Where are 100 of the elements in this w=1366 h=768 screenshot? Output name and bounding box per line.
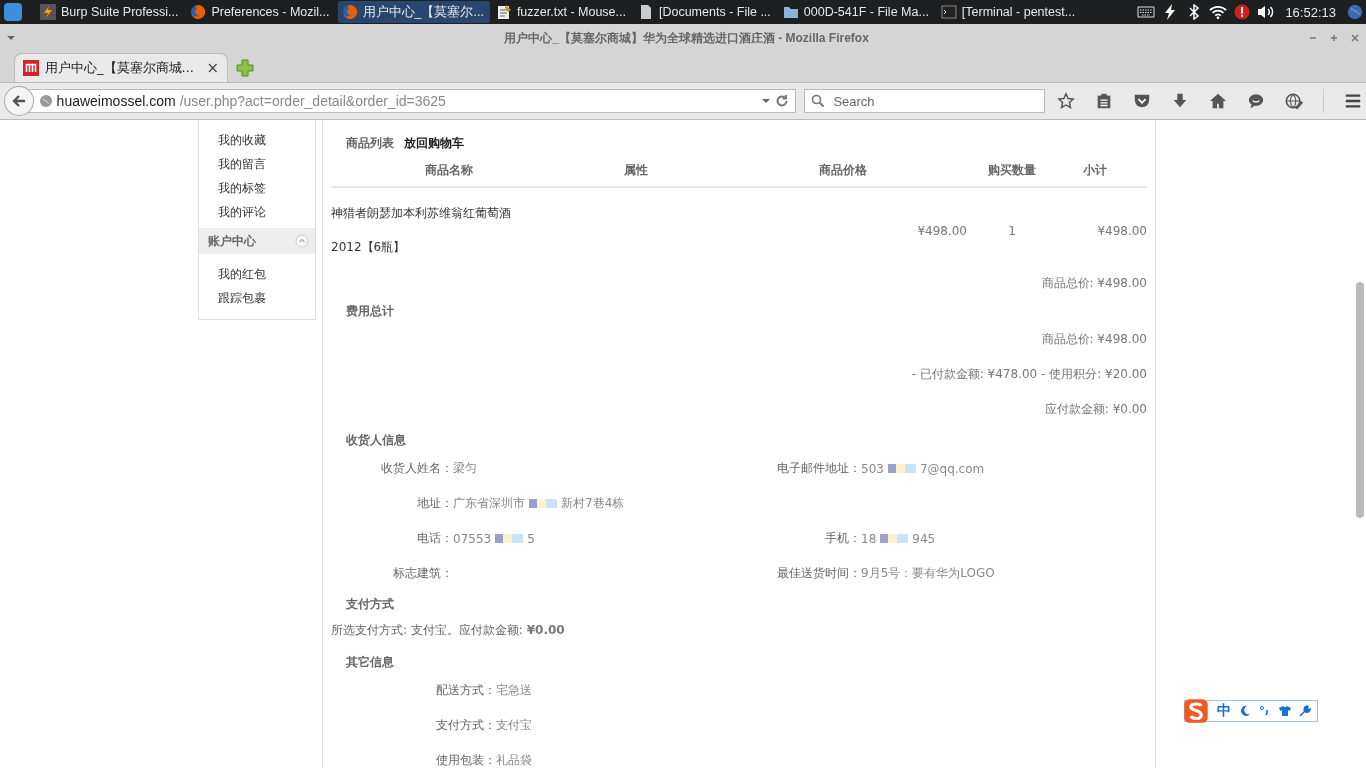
- clock: 16:52:13: [1285, 4, 1336, 20]
- taskbar-button[interactable]: Burp Suite Professi...: [36, 1, 185, 23]
- field-label: 收货人姓名：: [380, 460, 453, 477]
- field-value: 9月5号：要有华为LOGO: [861, 565, 995, 582]
- field-value: 07553: [453, 531, 492, 546]
- field-value: 梁匀: [453, 460, 477, 477]
- url-field[interactable]: huaweimossel.com /user.php?act=order_detail&order_id=3625: [27, 89, 797, 113]
- menu-icon[interactable]: [1344, 92, 1362, 110]
- field-label: 手机：: [824, 530, 861, 547]
- browser-icon: [341, 4, 358, 20]
- section-heading: 其它信息: [346, 654, 394, 671]
- column-header: 购买数量: [988, 161, 1036, 179]
- taskbar-button[interactable]: fuzzer.txt - Mouse...: [491, 1, 632, 23]
- fee-line: - 已付款金额: ¥478.00 - 使用积分: ¥20.00: [911, 367, 1147, 381]
- window-menu-icon[interactable]: [6, 35, 16, 41]
- table-cell: ¥498.00: [1097, 224, 1147, 238]
- alert-icon[interactable]: [1233, 4, 1252, 20]
- fee-line: 商品总价: ¥498.00: [1041, 332, 1147, 346]
- maximize-icon[interactable]: [1329, 33, 1339, 43]
- clipboard-icon[interactable]: [1095, 92, 1113, 110]
- column-header: 商品名称: [425, 161, 473, 179]
- bookmark-star-icon[interactable]: [1057, 92, 1075, 110]
- taskbar-button[interactable]: [Terminal - pentest...: [936, 1, 1082, 23]
- field-label: 配送方式：: [435, 682, 496, 699]
- column-header: 小计: [1083, 161, 1107, 179]
- payment-summary: 所选支付方式: 支付宝。应付款金额: ¥0.00: [331, 623, 565, 637]
- text-editor-icon: [495, 4, 512, 20]
- fee-line: 应付款金额: ¥0.00: [1044, 402, 1147, 416]
- globe-icon: [38, 94, 53, 108]
- field-value: 礼品袋: [496, 753, 532, 767]
- sidebar-link[interactable]: 我的标签: [199, 176, 266, 200]
- punctuation-icon[interactable]: [1259, 705, 1271, 717]
- sidebar-link[interactable]: 我的收藏: [199, 128, 266, 152]
- field-value: 宅急送: [496, 683, 532, 697]
- section-heading: 收货人信息: [346, 432, 406, 449]
- search-field[interactable]: Search: [804, 89, 1045, 113]
- back-button[interactable]: [4, 86, 34, 116]
- field-label: 最佳送货时间：: [776, 565, 861, 582]
- moon-icon[interactable]: [1239, 705, 1251, 717]
- product-name: 神猎者朗瑟加本利苏维翁红葡萄酒 2012【6瓶】: [331, 206, 511, 254]
- wifi-icon[interactable]: [1209, 4, 1228, 20]
- taskbar-button[interactable]: 000D-541F - File Ma...: [778, 1, 935, 23]
- tab-close-button[interactable]: ×: [206, 59, 219, 77]
- redaction-mark: [529, 499, 557, 508]
- field-value: 5: [527, 531, 535, 546]
- browser-icon: [190, 4, 207, 20]
- app-menu-icon[interactable]: [4, 3, 22, 21]
- back-to-cart-link[interactable]: 放回购物车: [404, 132, 464, 154]
- field-value: 支付宝: [496, 718, 532, 732]
- section-heading: 费用总计: [346, 303, 394, 320]
- favicon-icon: [23, 60, 39, 76]
- field-label: 电子邮件地址：: [776, 460, 861, 477]
- search-icon: [811, 94, 826, 108]
- taskbar-button[interactable]: [Documents - File ...: [633, 1, 777, 23]
- globe-icon[interactable]: [1346, 4, 1364, 20]
- shirt-icon[interactable]: [1279, 705, 1291, 717]
- browser-tab[interactable]: 用户中心_【莫塞尔商城... ×: [14, 53, 228, 82]
- sidebar-link[interactable]: 我的评论: [199, 200, 266, 224]
- lightning-app-icon: [40, 4, 56, 20]
- input-mode-toggle[interactable]: 中: [1217, 702, 1231, 720]
- taskbar-button[interactable]: 用户中心_【莫塞尔...: [337, 1, 490, 23]
- column-header: 属性: [624, 161, 648, 179]
- field-label: 地址：: [416, 495, 453, 512]
- dropdown-caret-icon[interactable]: [761, 98, 772, 104]
- table-cell: ¥498.00: [917, 224, 967, 238]
- field-value: 18: [861, 531, 877, 546]
- volume-icon[interactable]: [1257, 4, 1276, 20]
- field-label: 电话：: [416, 530, 453, 547]
- sidebar-link[interactable]: 我的留言: [199, 152, 266, 176]
- ime-toolbar[interactable]: 中: [1184, 700, 1318, 722]
- sidebar-link[interactable]: 跟踪包裹: [199, 286, 266, 310]
- taskbar-button[interactable]: Preferences - Mozil...: [186, 1, 336, 23]
- redaction-mark: [887, 464, 916, 473]
- wrench-icon[interactable]: [1299, 705, 1311, 717]
- download-icon[interactable]: [1171, 92, 1189, 110]
- home-icon[interactable]: [1209, 92, 1227, 110]
- field-value: 新村7巷4栋: [561, 495, 625, 512]
- section-heading: 商品列表: [346, 135, 394, 152]
- keyboard-icon[interactable]: [1137, 4, 1156, 20]
- field-label: 使用包装：: [435, 752, 496, 768]
- search-input[interactable]: Search: [831, 92, 1026, 110]
- sidebar-section-header[interactable]: 账户中心: [199, 228, 315, 254]
- pocket-icon[interactable]: [1133, 92, 1151, 110]
- close-icon[interactable]: [1350, 33, 1360, 43]
- field-label: 标志建筑：: [392, 565, 453, 582]
- field-value: 503: [861, 461, 884, 476]
- section-heading: 支付方式: [346, 596, 394, 613]
- ime-logo-icon[interactable]: [1183, 698, 1209, 724]
- scrollbar-thumb[interactable]: [1356, 282, 1364, 518]
- redaction-mark: [880, 534, 909, 543]
- field-value: 945: [912, 531, 936, 546]
- globe-pencil-icon[interactable]: [1285, 92, 1303, 110]
- reload-icon[interactable]: [775, 94, 790, 108]
- goods-total: 商品总价: ¥498.00: [1041, 276, 1147, 290]
- chat-icon[interactable]: [1247, 92, 1265, 110]
- field-value: 7@qq.com: [919, 461, 985, 476]
- field-value: 广东省深圳市: [453, 495, 525, 512]
- sidebar-link[interactable]: 我的红包: [199, 262, 266, 286]
- back-arrow-icon: [10, 93, 27, 109]
- redaction-mark: [495, 534, 524, 543]
